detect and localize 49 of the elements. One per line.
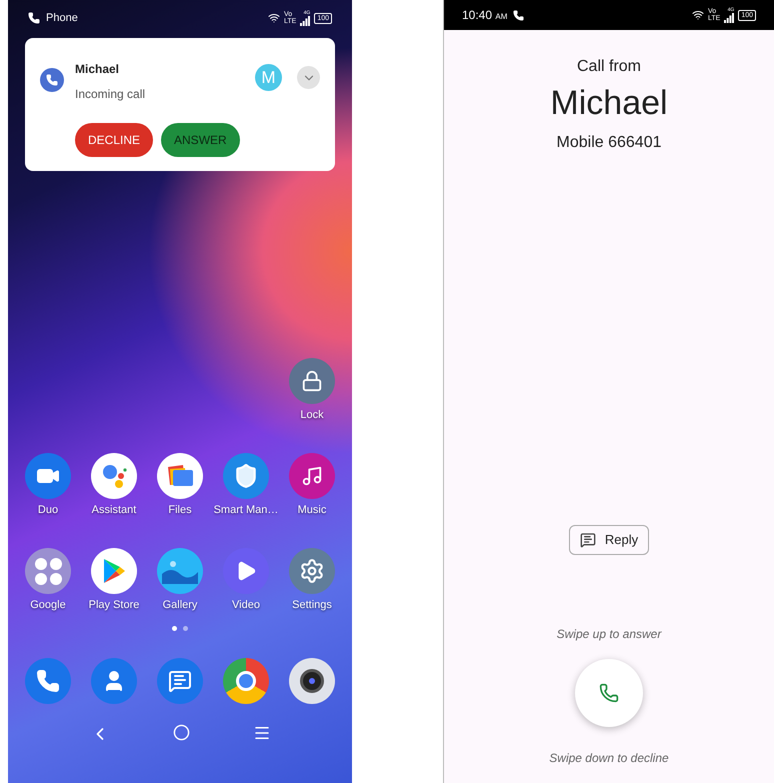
- app-label: Duo: [38, 503, 58, 517]
- decline-button[interactable]: DECLINE: [75, 123, 154, 157]
- call-status: Incoming call: [75, 86, 146, 103]
- notification-card[interactable]: Michael Incoming call M DECLINE ANSWER: [25, 38, 335, 171]
- home-icon[interactable]: [172, 724, 190, 741]
- phone-icon: [599, 683, 619, 703]
- app-label: Lock: [300, 408, 324, 422]
- folder-icon[interactable]: [157, 453, 203, 499]
- app-label: Smart Man…: [214, 503, 278, 517]
- app-folder-icon[interactable]: [25, 548, 71, 594]
- browser-logo-icon[interactable]: [223, 658, 269, 704]
- play-icon[interactable]: [223, 548, 269, 594]
- padlock-icon[interactable]: [289, 358, 335, 404]
- caller-name: Michael: [75, 61, 120, 78]
- notification-app-label: Phone: [46, 10, 78, 26]
- app-label: Settings: [292, 598, 332, 612]
- gear-icon[interactable]: [289, 548, 335, 594]
- colored-dots-icon[interactable]: [91, 453, 137, 499]
- answer-hint: Swipe up to answer: [556, 626, 663, 643]
- message-icon[interactable]: [157, 658, 203, 704]
- music-note-icon[interactable]: [289, 453, 335, 499]
- app-label: Assistant: [92, 503, 136, 517]
- signal-icon: [724, 12, 734, 22]
- phone-icon: [40, 68, 64, 92]
- message-icon: [580, 532, 596, 548]
- avatar-letter: M: [255, 64, 282, 91]
- answer-button[interactable]: ANSWER: [161, 123, 240, 157]
- app-label: Play Store: [88, 598, 140, 612]
- phone-icon: [28, 12, 40, 24]
- caller-number: Mobile 666401: [556, 133, 662, 153]
- clock-time: 10:40 AM: [462, 7, 508, 24]
- signal-icon: [300, 16, 310, 26]
- app-label: Google: [30, 598, 66, 612]
- menu-icon[interactable]: [252, 724, 270, 742]
- caller-name: Michael: [549, 83, 669, 123]
- app-label: Video: [232, 598, 260, 612]
- reply-button[interactable]: Reply: [568, 525, 650, 555]
- wave-icon[interactable]: [157, 548, 203, 594]
- camera-icon[interactable]: [289, 658, 335, 704]
- app-label: Music: [298, 503, 326, 517]
- phone-icon[interactable]: [25, 658, 71, 704]
- video-camera-icon[interactable]: [25, 453, 71, 499]
- person-icon[interactable]: [91, 658, 137, 704]
- decline-hint: Swipe down to decline: [548, 750, 670, 767]
- app-label: Files: [168, 503, 192, 517]
- shield-icon[interactable]: [223, 453, 269, 499]
- call-header: Call from: [576, 57, 642, 77]
- app-label: Gallery: [162, 598, 198, 612]
- phone-icon: [513, 10, 524, 20]
